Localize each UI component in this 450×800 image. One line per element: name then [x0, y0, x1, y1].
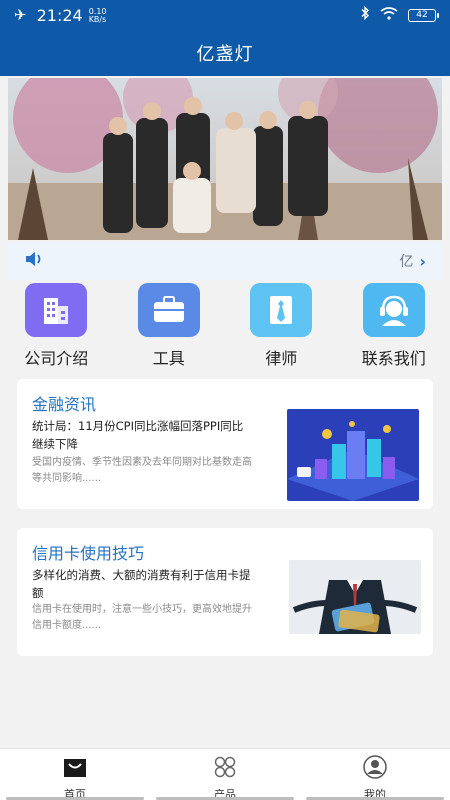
card-summary: 信用卡在使用时，注意一些小技巧，更高效地提升信用卡额度......: [32, 604, 252, 631]
grid-item-contact-us[interactable]: 联系我们: [338, 283, 450, 373]
airplane-icon: ✈: [14, 6, 27, 24]
status-bar: ✈ 21:24 0.10 KB/s 42: [0, 0, 450, 30]
user-icon: [362, 755, 388, 783]
building-icon: [25, 283, 88, 337]
grid-label: 律师: [265, 349, 298, 368]
grid-icon: [212, 755, 238, 783]
article-thumbnail: [289, 560, 421, 634]
home-icon: [62, 755, 88, 783]
tab-mine[interactable]: 我的: [300, 749, 450, 800]
card-headline: 多样化的消费、大额的消费有利于信用卡提额: [32, 568, 251, 600]
grid-label: 公司介绍: [24, 349, 89, 368]
page-title: 亿盏灯: [196, 44, 254, 65]
status-time: 21:24: [36, 5, 83, 25]
grid-item-company-intro[interactable]: 公司介绍: [0, 283, 113, 373]
net-speed: 0.10 KB/s: [89, 8, 107, 24]
banner-image[interactable]: [8, 78, 442, 240]
toolbox-icon: [137, 283, 200, 337]
tab-home[interactable]: 首页: [0, 749, 150, 800]
grid-item-tools[interactable]: 工具: [113, 283, 226, 373]
card-summary: 受国内疫情、季节性因素及去年同期对比基数走高等共同影响......: [32, 457, 252, 484]
tie-icon: [250, 283, 313, 337]
bluetooth-icon: [360, 5, 370, 24]
wifi-icon: [380, 6, 398, 24]
grid-label: 工具: [152, 349, 185, 368]
article-card[interactable]: 金融资讯 统计局：11月份CPI同比涨幅回落PPI同比继续下降 受国内疫情、季节…: [17, 379, 433, 509]
article-card[interactable]: 信用卡使用技巧 多样化的消费、大额的消费有利于信用卡提额 信用卡在使用时，注意一…: [17, 528, 433, 656]
chevron-right-icon[interactable]: ›: [419, 252, 426, 271]
grid-item-lawyer[interactable]: 律师: [225, 283, 338, 373]
notice-text: 亿: [399, 254, 414, 270]
card-category-title: 信用卡使用技巧: [32, 544, 145, 563]
article-thumbnail: [287, 409, 419, 501]
card-headline: 统计局：11月份CPI同比涨幅回落PPI同比继续下降: [32, 419, 244, 451]
battery-icon: 42: [408, 8, 439, 22]
tab-products[interactable]: 产品: [150, 749, 300, 800]
grid-label: 联系我们: [361, 349, 426, 368]
notice-bar[interactable]: 亿 ›: [8, 242, 442, 280]
bottom-tab-bar: 首页 产品 我的: [0, 748, 450, 800]
function-grid: 公司介绍 工具 律师 联系我们: [0, 283, 450, 373]
speaker-icon: [24, 249, 44, 273]
card-category-title: 金融资讯: [32, 395, 97, 414]
app-header: ✈ 21:24 0.10 KB/s 42 亿盏灯: [0, 0, 450, 76]
customer-service-icon: [362, 283, 425, 337]
net-speed-unit: KB/s: [88, 15, 107, 24]
